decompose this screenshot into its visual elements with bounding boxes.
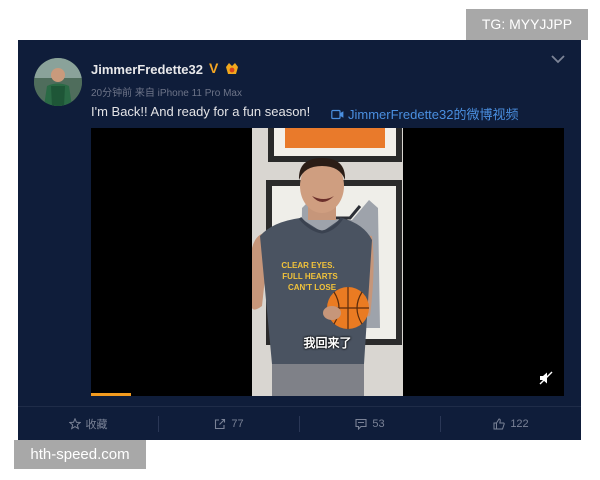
shirt-line-2: FULL HEARTS [282, 272, 338, 281]
post-meta: 20分钟前 来自 iPhone 11 Pro Max [91, 88, 242, 99]
repost-button[interactable]: 77 [159, 407, 299, 441]
video-player[interactable]: CLEAR EYES. FULL HEARTS CAN'T LOSE 我回来了 [91, 128, 564, 396]
verified-badge: V [209, 60, 219, 76]
video-subtitle: 我回来了 [303, 336, 352, 350]
medal-icon [226, 63, 238, 74]
post-text: I'm Back!! And ready for a fun season! [91, 104, 311, 119]
video-progress[interactable] [91, 393, 132, 396]
comment-button[interactable]: 53 [300, 407, 440, 441]
avatar[interactable] [34, 58, 82, 106]
shirt-line-3: CAN'T LOSE [288, 283, 337, 292]
like-icon [493, 418, 506, 430]
repost-count: 77 [231, 418, 244, 430]
video-frame: CLEAR EYES. FULL HEARTS CAN'T LOSE [252, 128, 403, 396]
video-link-icon [331, 109, 344, 120]
comment-icon [355, 418, 367, 430]
weibo-post-card: JimmerFredette32 V 20分钟前 来自 iPhone 11 Pr… [18, 40, 581, 440]
star-icon [68, 418, 81, 430]
favorite-button[interactable]: 收藏 [18, 407, 158, 441]
comment-count: 53 [372, 418, 385, 430]
watermark-site: hth-speed.com [14, 440, 146, 469]
repost-icon [215, 418, 226, 430]
action-bar: 收藏 77 53 122 [18, 406, 581, 440]
like-button[interactable]: 122 [441, 407, 581, 441]
like-count: 122 [510, 418, 529, 430]
username[interactable]: JimmerFredette32 [91, 62, 203, 77]
video-link[interactable]: JimmerFredette32的微博视频 [331, 104, 518, 123]
video-link-label: JimmerFredette32的微博视频 [348, 107, 519, 122]
shirt-line-1: CLEAR EYES. [281, 261, 334, 270]
favorite-label: 收藏 [85, 419, 108, 431]
mute-icon[interactable] [539, 371, 553, 385]
chevron-down-icon[interactable] [549, 52, 567, 66]
watermark-tg: TG: MYYJJPP [466, 9, 588, 40]
